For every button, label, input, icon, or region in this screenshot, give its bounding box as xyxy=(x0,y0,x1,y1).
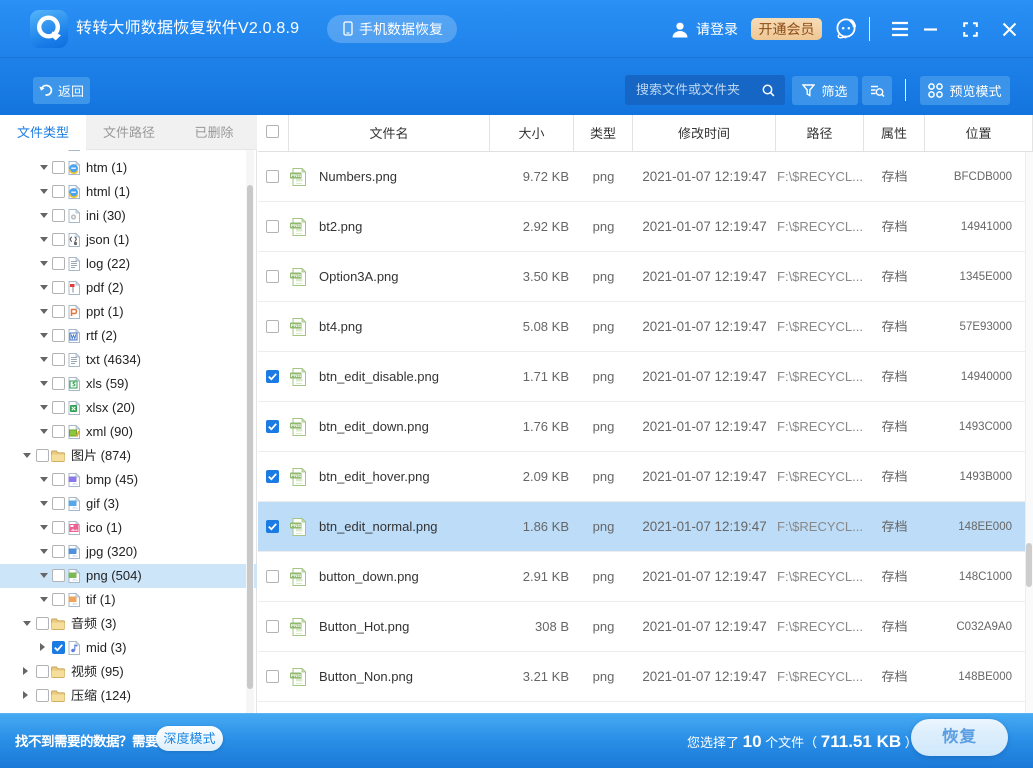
svg-text:PNG: PNG xyxy=(291,223,302,229)
svg-text:PNG: PNG xyxy=(291,623,302,629)
svg-text:PNG: PNG xyxy=(291,473,302,479)
svg-text:PNG: PNG xyxy=(291,523,302,529)
svg-text:PNG: PNG xyxy=(291,423,302,429)
svg-text:PNG: PNG xyxy=(291,173,302,179)
svg-text:PNG: PNG xyxy=(291,673,302,679)
svg-text:PNG: PNG xyxy=(291,273,302,279)
svg-text:PNG: PNG xyxy=(291,323,302,329)
svg-text:PNG: PNG xyxy=(291,573,302,579)
svg-text:PNG: PNG xyxy=(291,373,302,379)
